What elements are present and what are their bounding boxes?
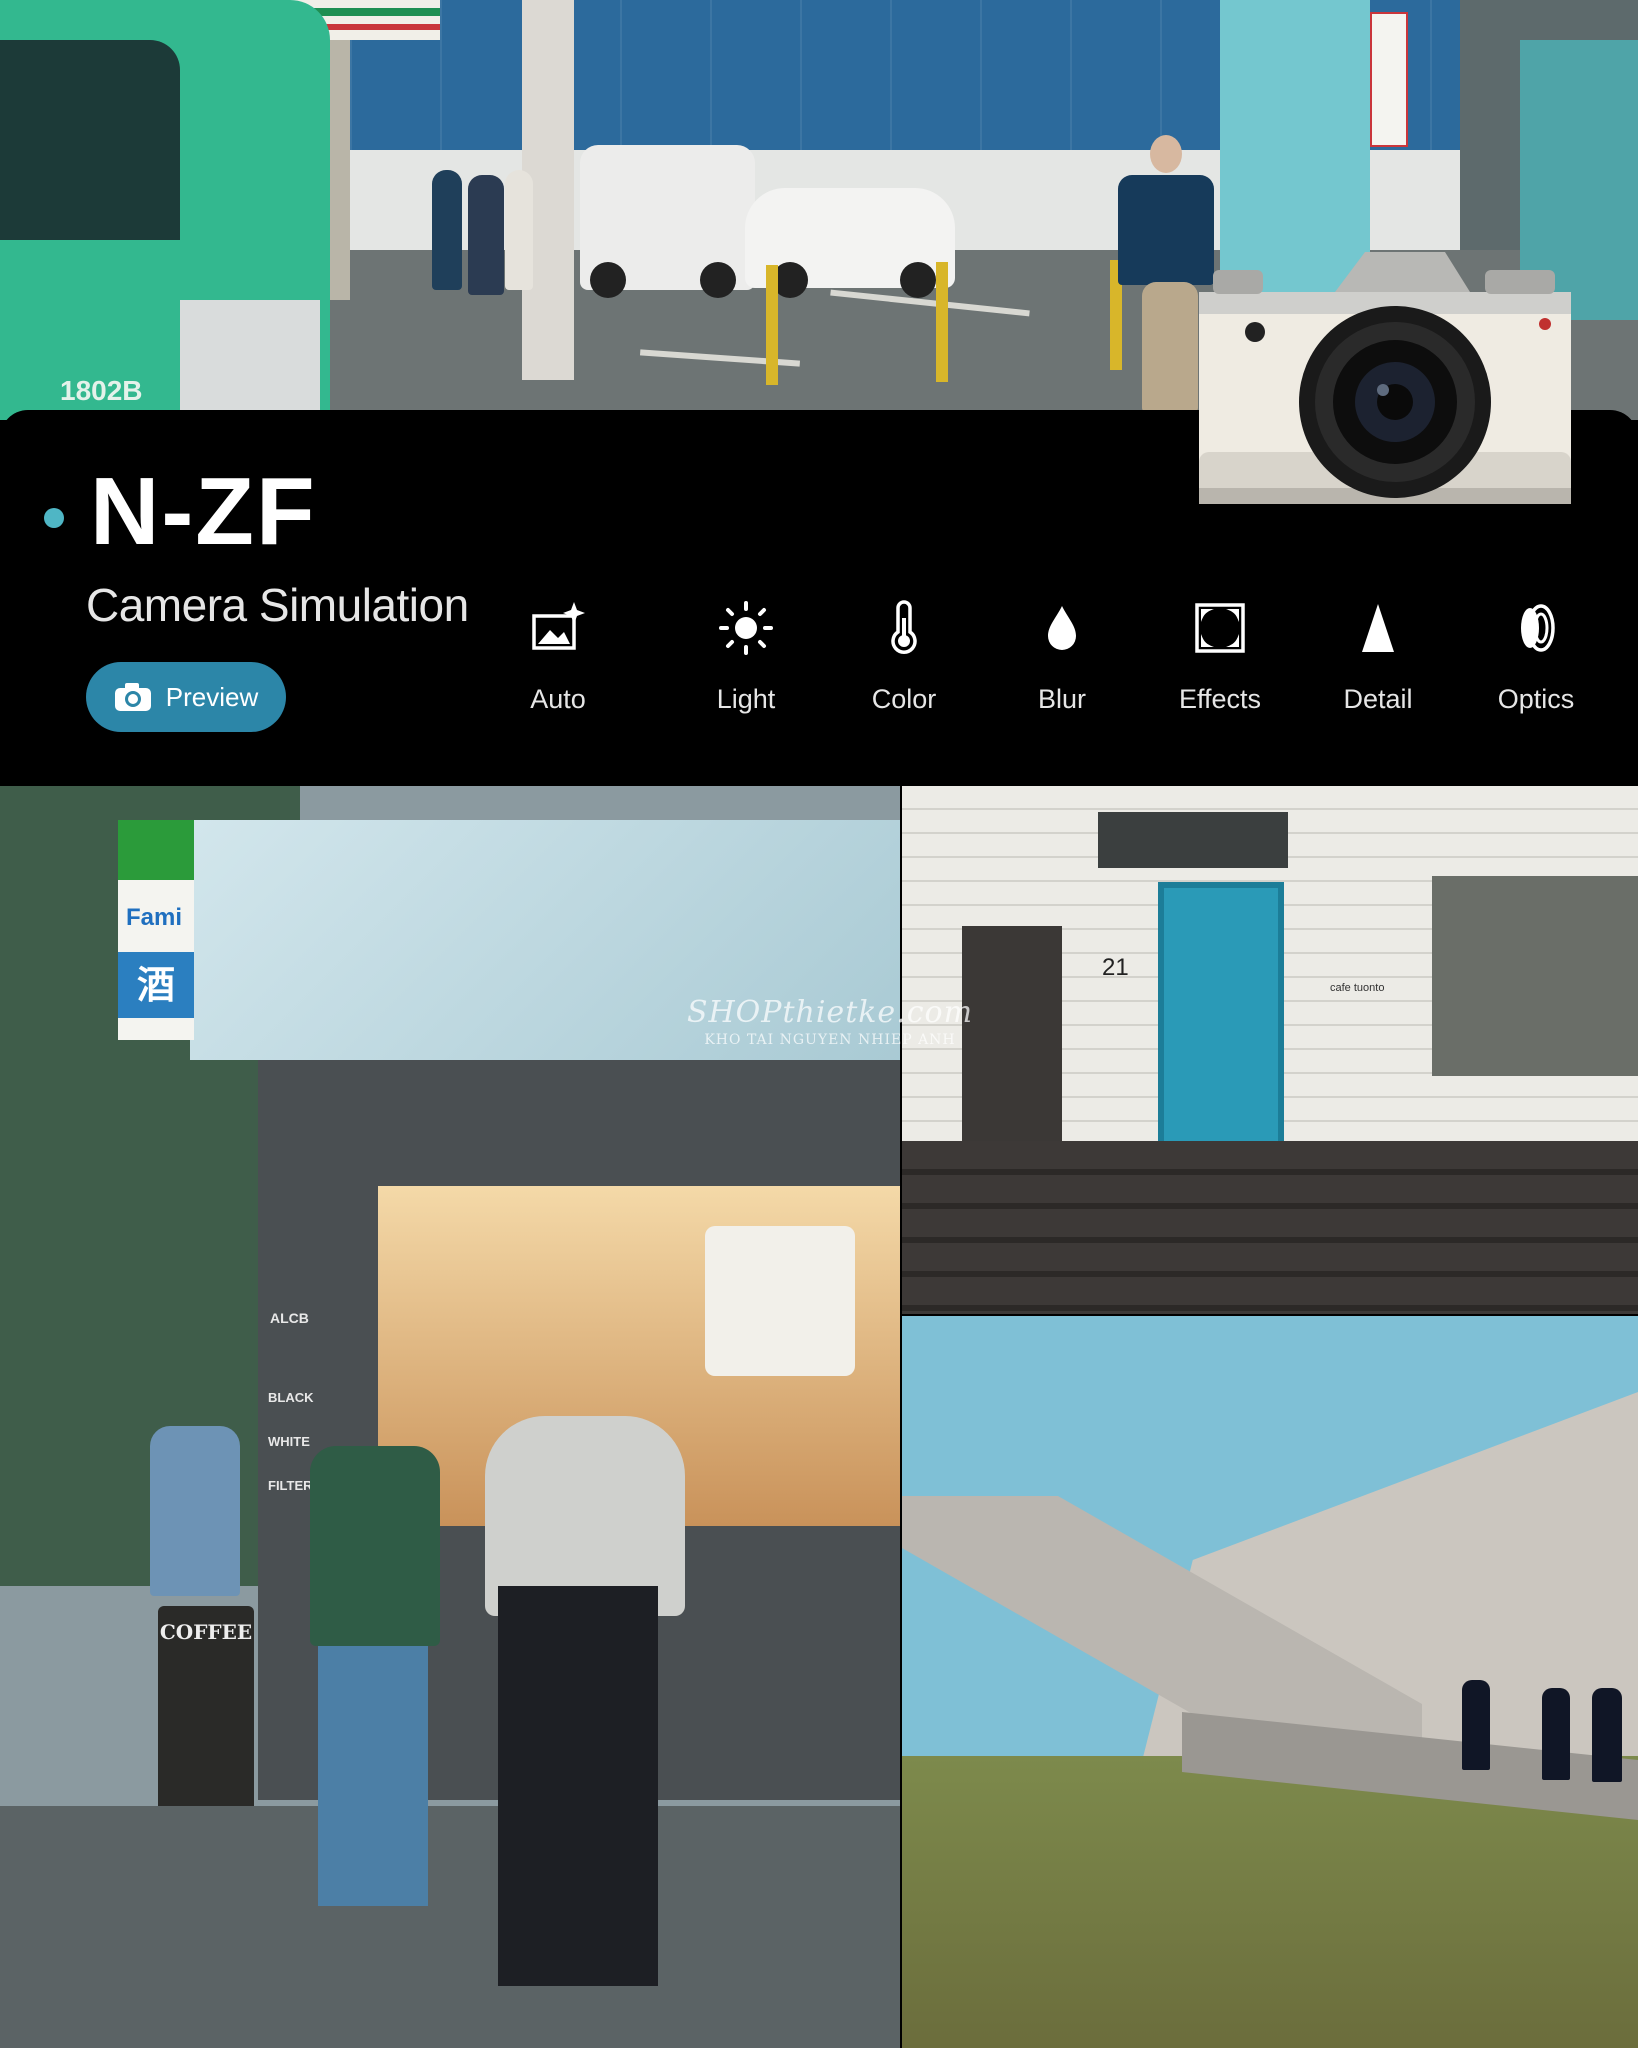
customer-plaid [310, 1446, 440, 1646]
droplet-icon [1034, 600, 1090, 656]
wooden-railing [902, 1141, 1638, 1314]
tool-optics[interactable]: Optics [1471, 600, 1601, 730]
tool-effects[interactable]: Effects [1155, 600, 1285, 730]
vignette-frame-icon [1192, 600, 1248, 656]
app-subtitle: Camera Simulation [86, 579, 469, 631]
thermometer-icon [876, 600, 932, 656]
sun-icon [718, 600, 774, 656]
tool-light[interactable]: Light [681, 600, 811, 730]
green-truck: 1802B [0, 0, 330, 420]
tool-auto[interactable]: Auto [493, 600, 623, 730]
cafe-door-photo: 21 cafe tuonto [902, 786, 1638, 1314]
preview-button[interactable]: Preview [86, 662, 286, 732]
triangle-icon [1350, 600, 1406, 656]
camera-illustration [1195, 252, 1575, 522]
tool-color[interactable]: Color [839, 600, 969, 730]
preview-label: Preview [165, 681, 259, 712]
coffee-kiosk-photo: Fami 酒 ALCB BLACK WHITE FILTER COFFEE [0, 786, 900, 2048]
tool-detail[interactable]: Detail [1313, 600, 1443, 730]
accent-dot [44, 508, 64, 528]
app-title: N-ZF [90, 458, 317, 565]
pedestrian-bridge-photo [902, 1316, 1638, 2048]
auto-image-sparkle-icon [530, 600, 586, 656]
lens-icon [1508, 600, 1564, 656]
camera-icon [114, 682, 152, 712]
tool-blur[interactable]: Blur [997, 600, 1127, 730]
watermark: SHOPthietke.com KHO TAI NGUYEN NHIEP ANH [686, 995, 974, 1048]
store-sign: Fami 酒 [118, 820, 194, 1040]
